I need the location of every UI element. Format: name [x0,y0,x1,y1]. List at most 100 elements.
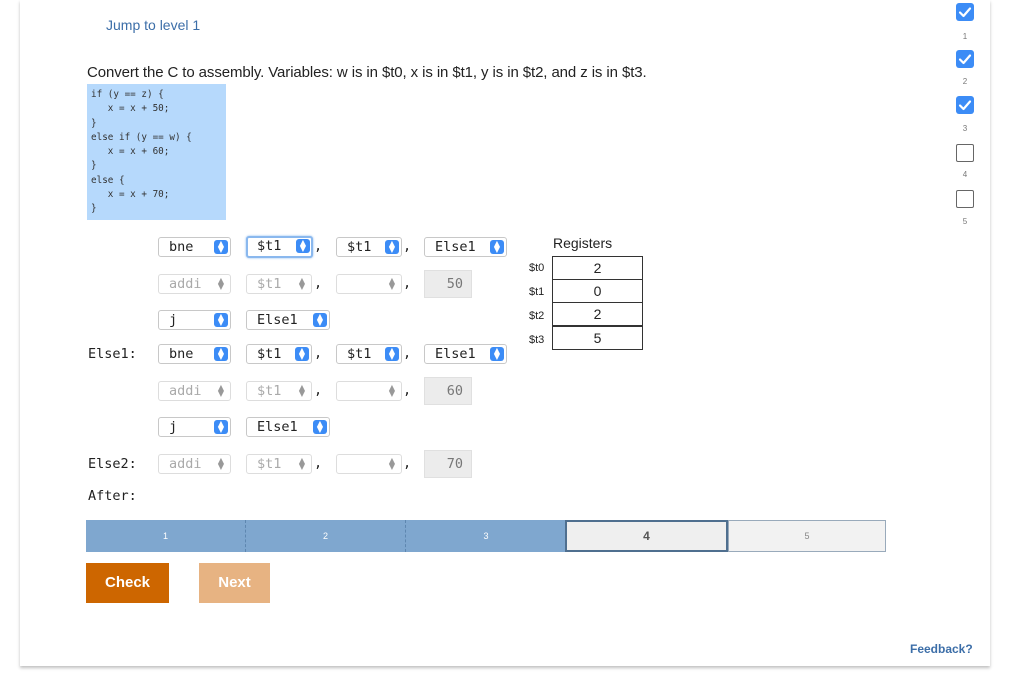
feedback-link[interactable]: Feedback? [910,642,973,656]
row6-target-select[interactable]: Else1 ▲ ▼ [246,417,330,437]
row4-op-value: bne [169,346,194,362]
next-button[interactable]: Next [199,563,270,603]
row3-target-select[interactable]: Else1 ▲ ▼ [246,310,330,330]
row3-target-value: Else1 [257,312,298,328]
level-1-check-icon[interactable] [956,3,974,21]
chevron-updown-icon: ▲ ▼ [217,383,225,398]
check-button[interactable]: Check [86,563,169,603]
row5-op-value: addi [169,383,202,399]
chevron-updown-icon: ▲ ▼ [385,240,399,254]
chevron-updown-icon: ▲ ▼ [295,347,309,361]
register-value-t0: 2 [552,256,643,280]
row7-a-select[interactable]: $t1 ▲ ▼ [246,454,312,474]
level-4-empty-icon[interactable] [956,144,974,162]
c-code-block: if (y == z) { x = x + 50; } else if (y =… [87,84,226,220]
comma: , [314,275,323,291]
row3-op-value: j [169,312,178,328]
chevron-updown-icon: ▲ ▼ [388,383,396,398]
row7-a-value: $t1 [257,456,282,472]
jump-to-level-link[interactable]: Jump to level 1 [106,17,200,33]
comma: , [314,382,323,398]
chevron-updown-icon: ▲ ▼ [490,240,504,254]
progress-segment-5: 5 [728,520,886,552]
register-value-t2: 2 [552,302,643,326]
chevron-updown-icon: ▲ ▼ [217,276,225,291]
registers-title: Registers [553,235,613,251]
row1-c-value: Else1 [435,239,476,255]
register-value-t3: 5 [552,326,643,350]
row1-a-value: $t1 [257,238,282,254]
row1-b-select[interactable]: $t1 ▲ ▼ [336,237,402,257]
chevron-updown-icon: ▲ ▼ [214,313,228,327]
level-3-check-icon[interactable] [956,96,974,114]
row7-imm-field: 70 [424,450,472,478]
register-value-t1: 0 [552,279,643,303]
comma: , [314,455,323,471]
row4-a-select[interactable]: $t1 ▲ ▼ [246,344,312,364]
level-5-number: 5 [962,217,968,226]
chevron-updown-icon: ▲ ▼ [214,420,228,434]
chevron-updown-icon: ▲ ▼ [385,347,399,361]
level-4-number: 4 [962,170,968,179]
row2-b-select[interactable]: ▲ ▼ [336,274,402,294]
chevron-updown-icon: ▲ ▼ [490,347,504,361]
register-name-t0: $t0 [529,262,545,274]
comma: , [403,275,412,291]
comma: , [403,455,412,471]
progress-segment-3: 3 [406,520,566,552]
row5-a-value: $t1 [257,383,282,399]
chevron-updown-icon: ▲ ▼ [298,383,306,398]
level-3-number: 3 [962,124,968,133]
row1-op-select[interactable]: bne ▲ ▼ [158,237,231,257]
row4-c-select[interactable]: Else1 ▲ ▼ [424,344,507,364]
chevron-updown-icon: ▲ ▼ [313,313,327,327]
register-name-t3: $t3 [529,334,545,346]
level-2-number: 2 [962,77,968,86]
row5-imm-field: 60 [424,377,472,405]
c-code-text: if (y == z) { x = x + 50; } else if (y =… [91,89,192,215]
row5-op-select[interactable]: addi ▲ ▼ [158,381,231,401]
row1-a-select[interactable]: $t1 ▲ ▼ [246,236,313,258]
row2-op-select[interactable]: addi ▲ ▼ [158,274,231,294]
progress-segment-2: 2 [246,520,406,552]
row6-op-value: j [169,419,178,435]
row6-target-value: Else1 [257,419,298,435]
chevron-updown-icon: ▲ ▼ [388,456,396,471]
row7-op-select[interactable]: addi ▲ ▼ [158,454,231,474]
level-progress-bar: 1 2 3 4 5 [86,520,886,552]
chevron-updown-icon: ▲ ▼ [296,239,310,253]
row2-a-value: $t1 [257,276,282,292]
row4-label: Else1: [88,346,137,362]
row7-op-value: addi [169,456,202,472]
chevron-updown-icon: ▲ ▼ [214,347,228,361]
row4-b-value: $t1 [347,346,372,362]
register-name-t1: $t1 [529,286,545,298]
row4-c-value: Else1 [435,346,476,362]
comma: , [314,345,323,361]
comma: , [403,345,412,361]
chevron-updown-icon: ▲ ▼ [217,456,225,471]
row2-imm-field: 50 [424,270,472,298]
row7-b-select[interactable]: ▲ ▼ [336,454,402,474]
row4-b-select[interactable]: $t1 ▲ ▼ [336,344,402,364]
chevron-updown-icon: ▲ ▼ [298,276,306,291]
row7-label: Else2: [88,456,137,472]
row4-op-select[interactable]: bne ▲ ▼ [158,344,231,364]
chevron-updown-icon: ▲ ▼ [214,240,228,254]
row5-b-select[interactable]: ▲ ▼ [336,381,402,401]
level-1-number: 1 [962,32,968,41]
row6-op-select[interactable]: j ▲ ▼ [158,417,231,437]
row2-a-select[interactable]: $t1 ▲ ▼ [246,274,312,294]
progress-segment-1: 1 [86,520,246,552]
row3-op-select[interactable]: j ▲ ▼ [158,310,231,330]
register-name-t2: $t2 [529,310,545,322]
row1-c-select[interactable]: Else1 ▲ ▼ [424,237,507,257]
row1-op-value: bne [169,239,194,255]
after-label: After: [88,488,137,504]
question-prompt: Convert the C to assembly. Variables: w … [87,64,647,81]
chevron-updown-icon: ▲ ▼ [388,276,396,291]
level-2-check-icon[interactable] [956,50,974,68]
progress-segment-4-current: 4 [565,520,728,552]
row5-a-select[interactable]: $t1 ▲ ▼ [246,381,312,401]
level-5-empty-icon[interactable] [956,190,974,208]
